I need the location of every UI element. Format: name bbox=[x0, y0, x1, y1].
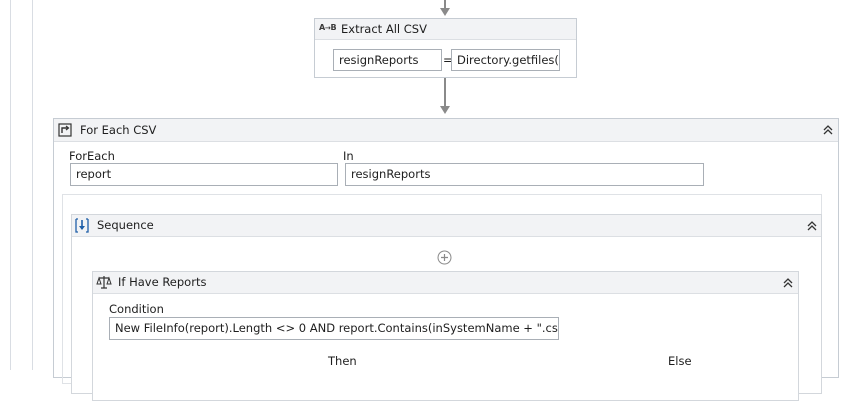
in-label: In bbox=[343, 149, 354, 163]
extract-all-csv-header[interactable]: A→B Extract All CSV bbox=[315, 19, 576, 40]
extract-all-csv-title: Extract All CSV bbox=[341, 22, 427, 36]
connector-middle bbox=[444, 78, 446, 108]
in-collection-field[interactable]: resignReports bbox=[345, 163, 704, 186]
collapse-icon[interactable] bbox=[781, 276, 795, 290]
gutter-line-inner bbox=[32, 0, 33, 370]
foreach-loop-icon bbox=[58, 123, 72, 137]
else-label: Else bbox=[668, 354, 692, 368]
sequence-title: Sequence bbox=[97, 218, 154, 232]
condition-field[interactable]: New FileInfo(report).Length <> 0 AND rep… bbox=[109, 317, 559, 340]
connector-middle-arrow bbox=[440, 106, 450, 114]
if-have-reports-activity[interactable]: If Have Reports Condition New FileInfo(r… bbox=[92, 271, 799, 401]
a-to-b-assign-icon: A→B bbox=[319, 23, 337, 32]
for-each-csv-header[interactable]: For Each CSV bbox=[54, 119, 838, 142]
connector-top-arrow bbox=[440, 8, 450, 16]
foreach-body-container: Sequence If Have Reports Condition New F… bbox=[62, 194, 822, 401]
foreach-label: ForEach bbox=[69, 149, 115, 163]
sequence-icon bbox=[75, 218, 89, 233]
sequence-activity[interactable]: Sequence If Have Reports Condition New F… bbox=[71, 214, 822, 401]
if-have-reports-title: If Have Reports bbox=[118, 275, 207, 289]
then-label: Then bbox=[328, 354, 357, 368]
add-activity-icon[interactable] bbox=[437, 250, 452, 265]
collapse-icon[interactable] bbox=[805, 219, 819, 233]
extract-all-csv-activity[interactable]: A→B Extract All CSV resignReports = Dire… bbox=[314, 18, 577, 78]
condition-label: Condition bbox=[109, 302, 164, 316]
foreach-variable-field[interactable]: report bbox=[70, 163, 338, 186]
balance-scale-icon bbox=[96, 275, 112, 290]
collapse-icon[interactable] bbox=[821, 123, 835, 137]
for-each-csv-title: For Each CSV bbox=[80, 123, 157, 137]
assign-left-field[interactable]: resignReports bbox=[333, 49, 442, 71]
if-have-reports-header[interactable]: If Have Reports bbox=[93, 272, 798, 294]
gutter-line-outer bbox=[10, 0, 11, 370]
for-each-csv-activity[interactable]: For Each CSV ForEach report In resignRep… bbox=[53, 118, 839, 401]
sequence-header[interactable]: Sequence bbox=[72, 215, 821, 237]
assign-right-field[interactable]: Directory.getfiles(" bbox=[451, 49, 560, 71]
